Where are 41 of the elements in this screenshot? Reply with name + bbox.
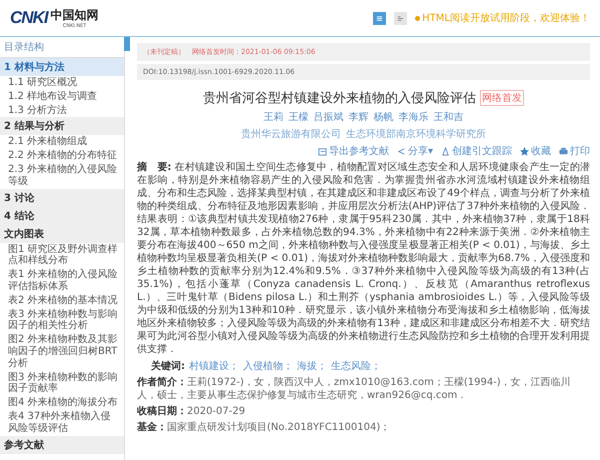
list-icon xyxy=(376,14,384,22)
author-link[interactable]: 李辉 xyxy=(348,110,368,124)
keywords-label: 关键词: xyxy=(151,360,185,373)
section-item[interactable]: 2 结果与分析 xyxy=(0,117,124,136)
print-icon xyxy=(559,146,568,156)
article-title: 贵州省河谷型村镇建设外来植物的入侵风险评估 xyxy=(203,90,476,107)
subsection-item[interactable]: 图1 研究区及野外调查样点和样线分布 xyxy=(0,242,124,268)
info-line: 基金：国家重点研发计划项目(No.2018YFC1100104)； xyxy=(137,421,392,434)
subsection-item[interactable]: 2.3 外来植物的入侵风险等级 xyxy=(0,162,124,189)
outline-icon xyxy=(397,14,404,22)
subsection-item[interactable]: 1.3 分析方法 xyxy=(0,104,124,118)
info-line: 收稿日期：2020-07-29 xyxy=(137,405,246,418)
outline-view-button[interactable] xyxy=(394,12,408,24)
subsection-item[interactable]: 图2 外来植物种数及其影响因子的增强回归树BRT分析 xyxy=(0,333,124,371)
print-link[interactable]: 打印 xyxy=(559,144,590,158)
subsection-item[interactable]: 表2 外来植物的基本情况 xyxy=(0,294,124,308)
list-view-button[interactable] xyxy=(373,12,386,24)
collapse-toggle[interactable] xyxy=(124,37,130,51)
abstract-paragraph: 摘 要: 在村镇建设和国土空间生态修复中，植物配置对区域生态安全和人居环境健康会产生一定的潜在影响，特别是外来植物容易产生的入侵风险和危害．为掌握贵州省赤水河流域村镇建设外来植物组成、分布和生态风险，选择某典型村镇，在其建成区和非建成区布设了49个样点，调查与分析了外来植物的种类组成、分布特征及地形因素影响，并应用层次分析法(AHP)评估了37种外来植物的入侵风险．结果表明：①该典型村镇共发现植物276种，隶属于95科230属．其中，外来植物37种，隶属于18科32属，草本植物种数最多，占外来植物总数的94.3%，外来植物中有22种来源于美洲．②外来植物主要分布在海拔400～650 m之间，外来植物种数与入侵强度呈极显著正相关(P < 0.01)，与海拔、乡土植物种数均呈极显著负相关(P < 0.01)，海拔对外来植物种数影响最大，贡献率为68.7%，入侵强度和乡土植物种数的贡献率分别为12.4%和9.5%．③37种外来植物中入侵风险等级为高级的有13种(占35.1%)，包括小蓬草（Conyza canadensis L. Cronq.）、反枝苋（Amaranthus retroflexus L.）、三叶鬼针草（Bidens pilosa L.）和土荆芥（ysphania ambrosioides L.）等，入侵风险等级为中级和低级的分别为13种和10种．研究显示，该小镇外来植物分布受海拔和乡土植物影响，低海拔地区外来植物较多；入侵风险等级为高级的外来植物有13种，建成区和非建成区分布相差不大．研究结果可为此河谷型小镇对入侵风险等级为高级的外来植物进行生态风险防控和乡土植物的合理开发利用提供支撑． xyxy=(137,161,590,356)
subsection-item[interactable]: 图3 外来植物种数的影响因子贡献率 xyxy=(0,370,124,396)
subsection-item[interactable]: 表4 37种外来植物入侵风险等级评估 xyxy=(0,410,124,436)
section-item[interactable]: 1 材料与方法 xyxy=(0,58,124,76)
favorite-icon xyxy=(520,146,529,156)
section-item[interactable]: 4 结论 xyxy=(0,206,124,225)
subsection-item[interactable]: 表3 外来植物种数与影响因子的相关性分析 xyxy=(0,308,124,334)
author-link[interactable]: 王檬 xyxy=(288,110,308,124)
subsection-item[interactable]: 图4 外来植物的海拔分布 xyxy=(0,396,124,410)
subsection-item[interactable]: 表1 外来植物的入侵风险评估指标体系 xyxy=(0,268,124,294)
share-icon xyxy=(396,146,406,156)
export-icon xyxy=(318,146,327,156)
section-item[interactable]: 文内图表 xyxy=(0,224,124,243)
author-link[interactable]: 杨帆 xyxy=(374,110,394,124)
notice-text: HTML阅读开放试用阶段，欢迎体验！ xyxy=(415,11,590,25)
subsection-item[interactable]: 1.1 研究区概况 xyxy=(0,76,124,90)
section-item[interactable]: 3 讨论 xyxy=(0,188,124,207)
section-item[interactable]: 参考文献 xyxy=(0,436,124,454)
info-line: 作者简介：王莉(1972-)，女，陕西汉中人，zmx1010@163.com；王檬(1994-)，女，江西临川人，硕士，主要从事生态保护修复与城市生态研究，wran926@cq.com． xyxy=(137,376,572,402)
subsection-item[interactable]: 1.2 样地布设与调查 xyxy=(0,90,124,104)
subsection-item[interactable]: 2.2 外来植物的分布特征 xyxy=(0,149,124,163)
subsection-item[interactable]: 2.1 外来植物组成 xyxy=(0,135,124,150)
online-first-badge: 网络首发 xyxy=(480,90,524,106)
